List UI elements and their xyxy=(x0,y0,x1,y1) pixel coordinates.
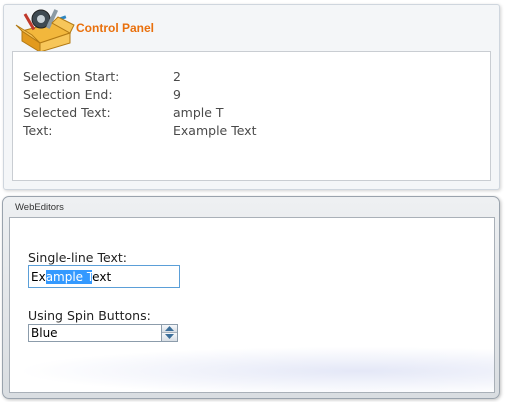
single-line-text-label: Single-line Text: xyxy=(28,250,127,265)
control-panel-title: Control Panel xyxy=(76,21,155,35)
selection-start-label: Selection Start: xyxy=(23,69,120,84)
web-editors-header: WebEditors xyxy=(15,202,64,213)
spin-down-button[interactable] xyxy=(162,333,177,341)
arrow-up-icon xyxy=(165,326,174,331)
single-line-text-after: ext xyxy=(92,270,112,284)
arrow-down-icon xyxy=(165,334,174,339)
selection-end-value: 9 xyxy=(173,87,181,102)
selected-text-label: Selected Text: xyxy=(23,105,111,120)
single-line-text-input[interactable]: Example Text xyxy=(28,265,180,288)
control-panel: Control Panel Selection Start: 2 Selecti… xyxy=(3,4,500,190)
selected-text-value: ample T xyxy=(173,105,224,120)
text-row: Text: Example Text xyxy=(23,123,483,140)
web-editors-body: Single-line Text: Example Text Using Spi… xyxy=(9,217,495,393)
selection-start-row: Selection Start: 2 xyxy=(23,69,483,86)
web-editors-panel: WebEditors Single-line Text: Example Tex… xyxy=(2,196,500,399)
selection-end-row: Selection End: 9 xyxy=(23,87,483,104)
spin-edit-input[interactable]: Blue xyxy=(28,324,178,342)
selection-start-value: 2 xyxy=(173,69,181,84)
single-line-text-before: Ex xyxy=(31,270,46,284)
spin-buttons-label: Using Spin Buttons: xyxy=(28,308,151,323)
spin-buttons xyxy=(161,325,177,341)
selected-text-row: Selected Text: ample T xyxy=(23,105,483,122)
text-label: Text: xyxy=(23,123,53,138)
control-panel-body: Selection Start: 2 Selection End: 9 Sele… xyxy=(12,51,491,181)
selection-end-label: Selection End: xyxy=(23,87,113,102)
toolbox-icon xyxy=(15,9,75,53)
spin-edit-value: Blue xyxy=(31,326,58,340)
single-line-text-selection: ample T xyxy=(45,270,93,284)
text-value: Example Text xyxy=(173,123,257,138)
control-panel-header: Control Panel xyxy=(4,5,499,53)
spin-up-button[interactable] xyxy=(162,325,177,333)
